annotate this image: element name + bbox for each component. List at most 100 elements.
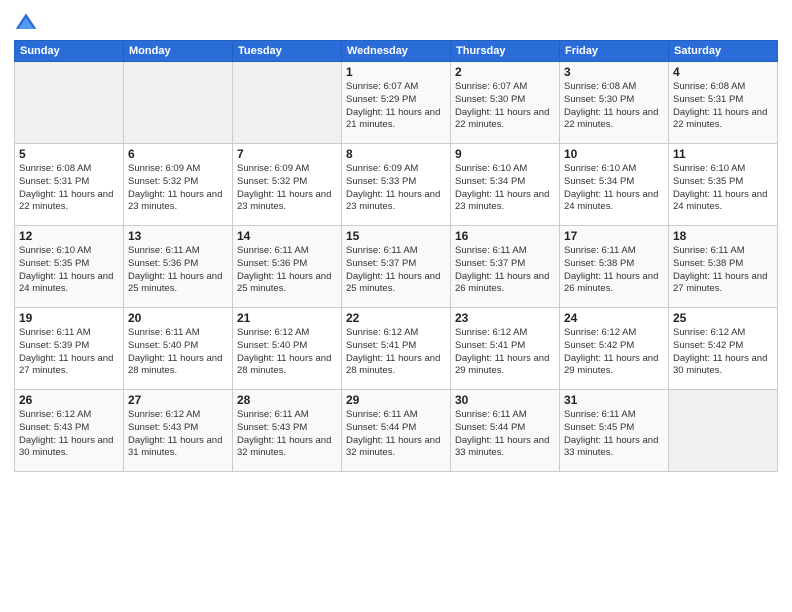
calendar-cell: 25Sunrise: 6:12 AM Sunset: 5:42 PM Dayli… <box>669 308 778 390</box>
day-number: 19 <box>19 311 119 325</box>
day-number: 7 <box>237 147 337 161</box>
calendar-cell: 12 Sunrise: 6:10 AM Sunset: 5:35 PM Dayli… <box>15 226 124 308</box>
weekday-header-tuesday: Tuesday <box>233 41 342 62</box>
day-info: Sunrise: 6:11 AM Sunset: 5:36 PM Dayligh… <box>128 245 228 296</box>
calendar-cell: 24 Sunrise: 6:12 AM Sunset: 5:42 PM Dayli… <box>560 308 669 390</box>
weekday-header-friday: Friday <box>560 41 669 62</box>
calendar-cell: 30 Sunrise: 6:11 AM Sunset: 5:44 PM Dayli… <box>451 390 560 472</box>
day-number: 20 <box>128 311 228 325</box>
day-number: 11 <box>673 147 773 161</box>
weekday-header-thursday: Thursday <box>451 41 560 62</box>
day-info: Sunrise: 6:09 AM Sunset: 5:32 PM Dayligh… <box>128 163 228 214</box>
day-info: Sunrise: 6:12 AM Sunset: 5:43 PM Dayligh… <box>19 409 119 460</box>
calendar-cell: 19 Sunrise: 6:11 AM Sunset: 5:39 PM Dayli… <box>15 308 124 390</box>
calendar-cell: 18 Sunrise: 6:11 AM Sunset: 5:38 PM Dayli… <box>669 226 778 308</box>
day-number: 15 <box>346 229 446 243</box>
calendar-cell: 5Sunrise: 6:08 AM Sunset: 5:31 PM Daylig… <box>15 144 124 226</box>
header <box>14 10 778 34</box>
day-info: Sunrise: 6:11 AM Sunset: 5:39 PM Dayligh… <box>19 327 119 378</box>
calendar-cell: 28Sunrise: 6:11 AM Sunset: 5:43 PM Dayli… <box>233 390 342 472</box>
day-number: 8 <box>346 147 446 161</box>
day-number: 27 <box>128 393 228 407</box>
calendar-cell: 16 Sunrise: 6:11 AM Sunset: 5:37 PM Dayli… <box>451 226 560 308</box>
calendar-cell: 23Sunrise: 6:12 AM Sunset: 5:41 PM Dayli… <box>451 308 560 390</box>
day-info: Sunrise: 6:12 AM Sunset: 5:43 PM Dayligh… <box>128 409 228 460</box>
day-info: Sunrise: 6:09 AM Sunset: 5:32 PM Dayligh… <box>237 163 337 214</box>
day-info: Sunrise: 6:08 AM Sunset: 5:30 PM Dayligh… <box>564 81 664 132</box>
day-number: 9 <box>455 147 555 161</box>
day-info: Sunrise: 6:11 AM Sunset: 5:43 PM Dayligh… <box>237 409 337 460</box>
day-info: Sunrise: 6:11 AM Sunset: 5:45 PM Dayligh… <box>564 409 664 460</box>
calendar-cell <box>124 62 233 144</box>
calendar-cell <box>15 62 124 144</box>
logo <box>14 10 42 34</box>
day-info: Sunrise: 6:07 AM Sunset: 5:29 PM Dayligh… <box>346 81 446 132</box>
day-number: 13 <box>128 229 228 243</box>
day-info: Sunrise: 6:11 AM Sunset: 5:38 PM Dayligh… <box>564 245 664 296</box>
calendar-cell: 9Sunrise: 6:10 AM Sunset: 5:34 PM Daylig… <box>451 144 560 226</box>
day-number: 31 <box>564 393 664 407</box>
calendar-week-1: 1Sunrise: 6:07 AM Sunset: 5:29 PM Daylig… <box>15 62 778 144</box>
weekday-header-sunday: Sunday <box>15 41 124 62</box>
calendar-body: 1Sunrise: 6:07 AM Sunset: 5:29 PM Daylig… <box>15 62 778 472</box>
calendar-header: SundayMondayTuesdayWednesdayThursdayFrid… <box>15 41 778 62</box>
page-container: SundayMondayTuesdayWednesdayThursdayFrid… <box>0 0 792 612</box>
calendar-cell: 13 Sunrise: 6:11 AM Sunset: 5:36 PM Dayli… <box>124 226 233 308</box>
day-number: 26 <box>19 393 119 407</box>
day-info: Sunrise: 6:12 AM Sunset: 5:41 PM Dayligh… <box>346 327 446 378</box>
calendar-week-2: 5Sunrise: 6:08 AM Sunset: 5:31 PM Daylig… <box>15 144 778 226</box>
day-number: 18 <box>673 229 773 243</box>
day-info: Sunrise: 6:11 AM Sunset: 5:37 PM Dayligh… <box>346 245 446 296</box>
day-info: Sunrise: 6:12 AM Sunset: 5:41 PM Dayligh… <box>455 327 555 378</box>
day-info: Sunrise: 6:11 AM Sunset: 5:36 PM Dayligh… <box>237 245 337 296</box>
day-number: 16 <box>455 229 555 243</box>
day-number: 24 <box>564 311 664 325</box>
day-info: Sunrise: 6:12 AM Sunset: 5:42 PM Dayligh… <box>564 327 664 378</box>
day-number: 6 <box>128 147 228 161</box>
day-number: 30 <box>455 393 555 407</box>
calendar-week-4: 19 Sunrise: 6:11 AM Sunset: 5:39 PM Dayli… <box>15 308 778 390</box>
calendar-cell: 27 Sunrise: 6:12 AM Sunset: 5:43 PM Dayli… <box>124 390 233 472</box>
calendar-cell: 1Sunrise: 6:07 AM Sunset: 5:29 PM Daylig… <box>342 62 451 144</box>
calendar-cell: 15 Sunrise: 6:11 AM Sunset: 5:37 PM Dayli… <box>342 226 451 308</box>
day-info: Sunrise: 6:11 AM Sunset: 5:37 PM Dayligh… <box>455 245 555 296</box>
calendar-week-5: 26 Sunrise: 6:12 AM Sunset: 5:43 PM Dayli… <box>15 390 778 472</box>
calendar-cell <box>669 390 778 472</box>
calendar-cell <box>233 62 342 144</box>
weekday-header-saturday: Saturday <box>669 41 778 62</box>
weekday-header-row: SundayMondayTuesdayWednesdayThursdayFrid… <box>15 41 778 62</box>
day-info: Sunrise: 6:07 AM Sunset: 5:30 PM Dayligh… <box>455 81 555 132</box>
calendar-cell: 2 Sunrise: 6:07 AM Sunset: 5:30 PM Daylig… <box>451 62 560 144</box>
day-info: Sunrise: 6:11 AM Sunset: 5:44 PM Dayligh… <box>346 409 446 460</box>
day-number: 2 <box>455 65 555 79</box>
day-info: Sunrise: 6:10 AM Sunset: 5:34 PM Dayligh… <box>564 163 664 214</box>
day-number: 10 <box>564 147 664 161</box>
calendar-cell: 20Sunrise: 6:11 AM Sunset: 5:40 PM Dayli… <box>124 308 233 390</box>
calendar-cell: 8Sunrise: 6:09 AM Sunset: 5:33 PM Daylig… <box>342 144 451 226</box>
calendar-cell: 3Sunrise: 6:08 AM Sunset: 5:30 PM Daylig… <box>560 62 669 144</box>
day-number: 25 <box>673 311 773 325</box>
day-number: 5 <box>19 147 119 161</box>
day-info: Sunrise: 6:10 AM Sunset: 5:35 PM Dayligh… <box>19 245 119 296</box>
calendar-cell: 31 Sunrise: 6:11 AM Sunset: 5:45 PM Dayli… <box>560 390 669 472</box>
calendar-cell: 10 Sunrise: 6:10 AM Sunset: 5:34 PM Dayli… <box>560 144 669 226</box>
day-info: Sunrise: 6:12 AM Sunset: 5:40 PM Dayligh… <box>237 327 337 378</box>
day-info: Sunrise: 6:11 AM Sunset: 5:44 PM Dayligh… <box>455 409 555 460</box>
day-info: Sunrise: 6:11 AM Sunset: 5:38 PM Dayligh… <box>673 245 773 296</box>
day-number: 4 <box>673 65 773 79</box>
day-info: Sunrise: 6:08 AM Sunset: 5:31 PM Dayligh… <box>673 81 773 132</box>
day-number: 12 <box>19 229 119 243</box>
day-number: 17 <box>564 229 664 243</box>
calendar-cell: 29 Sunrise: 6:11 AM Sunset: 5:44 PM Dayli… <box>342 390 451 472</box>
calendar-cell: 4 Sunrise: 6:08 AM Sunset: 5:31 PM Daylig… <box>669 62 778 144</box>
weekday-header-monday: Monday <box>124 41 233 62</box>
calendar-cell: 17 Sunrise: 6:11 AM Sunset: 5:38 PM Dayli… <box>560 226 669 308</box>
calendar-week-3: 12 Sunrise: 6:10 AM Sunset: 5:35 PM Dayli… <box>15 226 778 308</box>
calendar-table: SundayMondayTuesdayWednesdayThursdayFrid… <box>14 40 778 472</box>
calendar-cell: 22Sunrise: 6:12 AM Sunset: 5:41 PM Dayli… <box>342 308 451 390</box>
logo-icon <box>14 10 38 34</box>
calendar-cell: 26 Sunrise: 6:12 AM Sunset: 5:43 PM Dayli… <box>15 390 124 472</box>
calendar-cell: 7 Sunrise: 6:09 AM Sunset: 5:32 PM Daylig… <box>233 144 342 226</box>
day-number: 14 <box>237 229 337 243</box>
day-number: 29 <box>346 393 446 407</box>
